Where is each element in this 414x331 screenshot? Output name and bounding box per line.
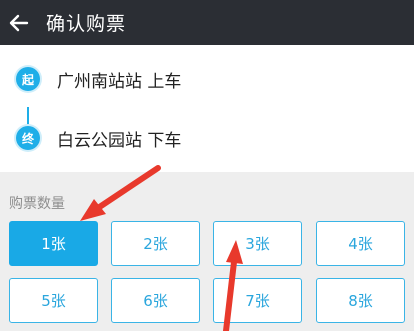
quantity-option-4[interactable]: 4张 <box>316 221 405 266</box>
quantity-option-8[interactable]: 8张 <box>316 278 405 323</box>
start-badge: 起 <box>16 67 40 91</box>
quantity-option-7[interactable]: 7张 <box>213 278 302 323</box>
top-bar: 确认购票 <box>0 0 414 45</box>
back-arrow-icon <box>9 14 29 31</box>
back-button[interactable] <box>0 0 38 45</box>
quantity-option-2[interactable]: 2张 <box>111 221 200 266</box>
quantity-label: 购票数量 <box>9 196 65 212</box>
start-stop: 起 广州南站站 上车 <box>0 62 414 96</box>
start-stop-name: 广州南站站 上车 <box>57 71 182 92</box>
annotation-arrow-1 <box>80 165 161 221</box>
end-badge: 终 <box>16 126 40 150</box>
end-stop: 终 白云公园站 下车 <box>0 121 414 155</box>
end-stop-name: 白云公园站 下车 <box>57 130 182 151</box>
route-panel: 起 广州南站站 上车 终 白云公园站 下车 <box>0 45 414 172</box>
quantity-option-5[interactable]: 5张 <box>9 278 98 323</box>
page-title: 确认购票 <box>46 13 127 35</box>
quantity-option-3[interactable]: 3张 <box>213 221 302 266</box>
quantity-option-1[interactable]: 1张 <box>9 221 98 266</box>
quantity-option-6[interactable]: 6张 <box>111 278 200 323</box>
